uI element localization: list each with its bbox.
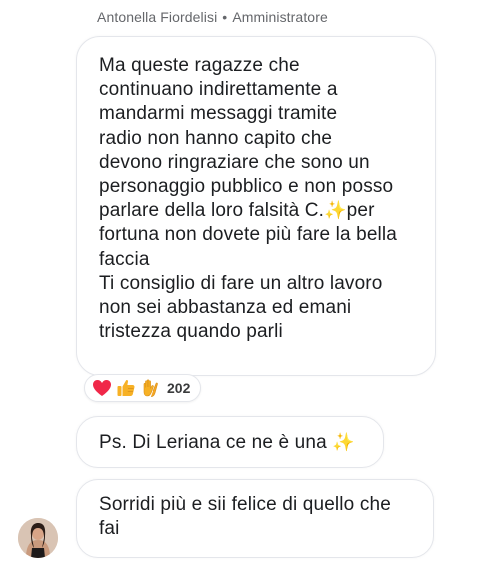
author-name[interactable]: Antonella Fiordelisi (97, 9, 217, 25)
heart-reaction-icon (91, 377, 113, 399)
sparkles-emoji-icon: ✨ (324, 200, 347, 222)
comment-bubble[interactable]: Ma queste ragazze che continuano indiret… (76, 36, 436, 376)
comment-line: mandarmi messaggi tramite (99, 103, 338, 125)
comment-line: Ps. Di Leriana ce ne è una ✨ (99, 431, 365, 455)
comment-line: parlare della loro falsità C.✨per (99, 199, 417, 223)
message-author-line: Antonella Fiordelisi • Amministratore (97, 9, 328, 25)
comment-line: faccia (99, 248, 150, 270)
comment-line: fai (99, 518, 120, 540)
comment-text: Ps. Di Leriana ce ne è una (99, 432, 327, 453)
comment-line: personaggio pubblico e non posso (99, 176, 394, 198)
comment-line: continuano indirettamente a (99, 79, 338, 101)
comment-line: non sei abbastanza ed emani (99, 297, 352, 319)
comment-line: Sorridi più e sii felice di quello che (99, 494, 391, 515)
sparkles-emoji-icon: ✨ (332, 432, 355, 453)
clap-reaction-icon (139, 377, 161, 399)
comment-line: fortuna non dovete più fare la bella (99, 224, 397, 246)
separator-dot: • (222, 9, 228, 25)
comment-text: parlare della loro falsità C. (99, 200, 325, 222)
reaction-count: 202 (167, 380, 191, 396)
comment-line: devono ringraziare che sono un (99, 151, 370, 173)
profile-photo-icon (18, 518, 58, 558)
comment-line: Ti consiglio di fare un altro lavoro (99, 272, 383, 294)
comment-line: tristezza quando parli (99, 321, 283, 343)
thumbs-up-reaction-icon (115, 377, 137, 399)
comment-bubble[interactable]: Sorridi più e sii felice di quello che f… (76, 479, 434, 558)
comment-line: Ma queste ragazze che (99, 55, 300, 76)
comment-line: radio non hanno capito che (99, 127, 333, 149)
author-role: Amministratore (232, 9, 328, 25)
avatar[interactable] (18, 518, 58, 558)
comment-bubble[interactable]: Ps. Di Leriana ce ne è una ✨ (76, 416, 384, 468)
reactions-summary[interactable]: 202 (84, 374, 202, 402)
comment-text: per (346, 200, 375, 222)
